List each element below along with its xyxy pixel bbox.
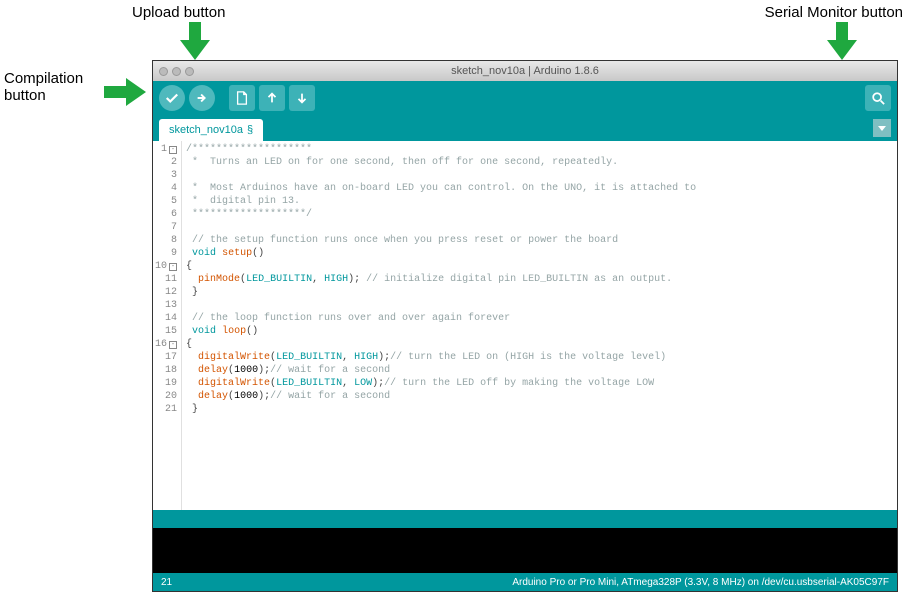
zoom-icon[interactable] (185, 67, 194, 76)
line-number: 2 (155, 156, 177, 169)
sketch-tab[interactable]: sketch_nov10a § (159, 119, 263, 141)
status-line-number: 21 (161, 577, 191, 588)
fold-icon[interactable]: - (169, 263, 177, 271)
code-line[interactable]: * Most Arduinos have an on-board LED you… (186, 182, 696, 195)
line-number: 21 (155, 403, 177, 416)
code-line[interactable]: digitalWrite(LED_BUILTIN, LOW);// turn t… (186, 377, 696, 390)
line-number: 16- (155, 338, 177, 351)
code-line[interactable]: digitalWrite(LED_BUILTIN, HIGH);// turn … (186, 351, 696, 364)
code-area[interactable]: /******************** * Turns an LED on … (182, 141, 700, 510)
open-sketch-button[interactable] (259, 85, 285, 111)
tab-bar: sketch_nov10a § (153, 115, 897, 141)
callout-serial-label: Serial Monitor button (765, 4, 903, 21)
code-line[interactable]: { (186, 338, 696, 351)
line-number: 14 (155, 312, 177, 325)
code-line[interactable]: // the loop function runs over and over … (186, 312, 696, 325)
code-line[interactable]: * digital pin 13. (186, 195, 696, 208)
code-line[interactable] (186, 299, 696, 312)
line-number: 15 (155, 325, 177, 338)
arrow-compile-icon (104, 78, 146, 106)
arduino-ide-window: sketch_nov10a | Arduino 1.8.6 sketch_nov… (152, 60, 898, 592)
callout-compile-label: Compilation button (4, 70, 99, 104)
code-line[interactable]: { (186, 260, 696, 273)
close-icon[interactable] (159, 67, 168, 76)
save-sketch-button[interactable] (289, 85, 315, 111)
line-number: 20 (155, 390, 177, 403)
code-line[interactable]: void setup() (186, 247, 696, 260)
line-number: 6 (155, 208, 177, 221)
minimize-icon[interactable] (172, 67, 181, 76)
code-line[interactable]: *******************/ (186, 208, 696, 221)
serial-monitor-button[interactable] (865, 85, 891, 111)
line-number: 1- (155, 143, 177, 156)
line-number: 18 (155, 364, 177, 377)
arrow-upload-icon (180, 22, 210, 60)
code-line[interactable]: // the setup function runs once when you… (186, 234, 696, 247)
callout-upload-label: Upload button (132, 4, 225, 21)
tab-menu-button[interactable] (873, 119, 891, 137)
fold-icon[interactable]: - (169, 146, 177, 154)
line-number: 4 (155, 182, 177, 195)
status-bar: 21 Arduino Pro or Pro Mini, ATmega328P (… (153, 573, 897, 591)
status-board-port: Arduino Pro or Pro Mini, ATmega328P (3.3… (191, 577, 889, 588)
code-line[interactable] (186, 221, 696, 234)
tab-label: sketch_nov10a (169, 124, 243, 136)
line-number: 12 (155, 286, 177, 299)
tab-modified-indicator: § (247, 124, 253, 136)
toolbar (153, 81, 897, 115)
line-number: 3 (155, 169, 177, 182)
window-title: sketch_nov10a | Arduino 1.8.6 (451, 65, 599, 77)
line-number: 7 (155, 221, 177, 234)
code-line[interactable]: * Turns an LED on for one second, then o… (186, 156, 696, 169)
code-editor[interactable]: 1-2345678910-111213141516-1718192021 /**… (153, 141, 897, 510)
line-number: 17 (155, 351, 177, 364)
window-traffic-lights[interactable] (159, 67, 194, 76)
fold-icon[interactable]: - (169, 341, 177, 349)
line-gutter: 1-2345678910-111213141516-1718192021 (153, 141, 182, 510)
new-sketch-button[interactable] (229, 85, 255, 111)
arrow-serial-icon (827, 22, 857, 60)
code-line[interactable]: delay(1000);// wait for a second (186, 364, 696, 377)
code-line[interactable]: } (186, 403, 696, 416)
upload-button[interactable] (189, 85, 215, 111)
code-line[interactable]: delay(1000);// wait for a second (186, 390, 696, 403)
code-line[interactable]: /******************** (186, 143, 696, 156)
console-output[interactable] (153, 528, 897, 573)
code-line[interactable]: } (186, 286, 696, 299)
code-line[interactable]: void loop() (186, 325, 696, 338)
code-line[interactable]: pinMode(LED_BUILTIN, HIGH); // initializ… (186, 273, 696, 286)
line-number: 9 (155, 247, 177, 260)
line-number: 19 (155, 377, 177, 390)
line-number: 5 (155, 195, 177, 208)
message-bar (153, 510, 897, 528)
line-number: 13 (155, 299, 177, 312)
verify-button[interactable] (159, 85, 185, 111)
code-line[interactable] (186, 169, 696, 182)
titlebar: sketch_nov10a | Arduino 1.8.6 (153, 61, 897, 81)
line-number: 10- (155, 260, 177, 273)
line-number: 8 (155, 234, 177, 247)
line-number: 11 (155, 273, 177, 286)
